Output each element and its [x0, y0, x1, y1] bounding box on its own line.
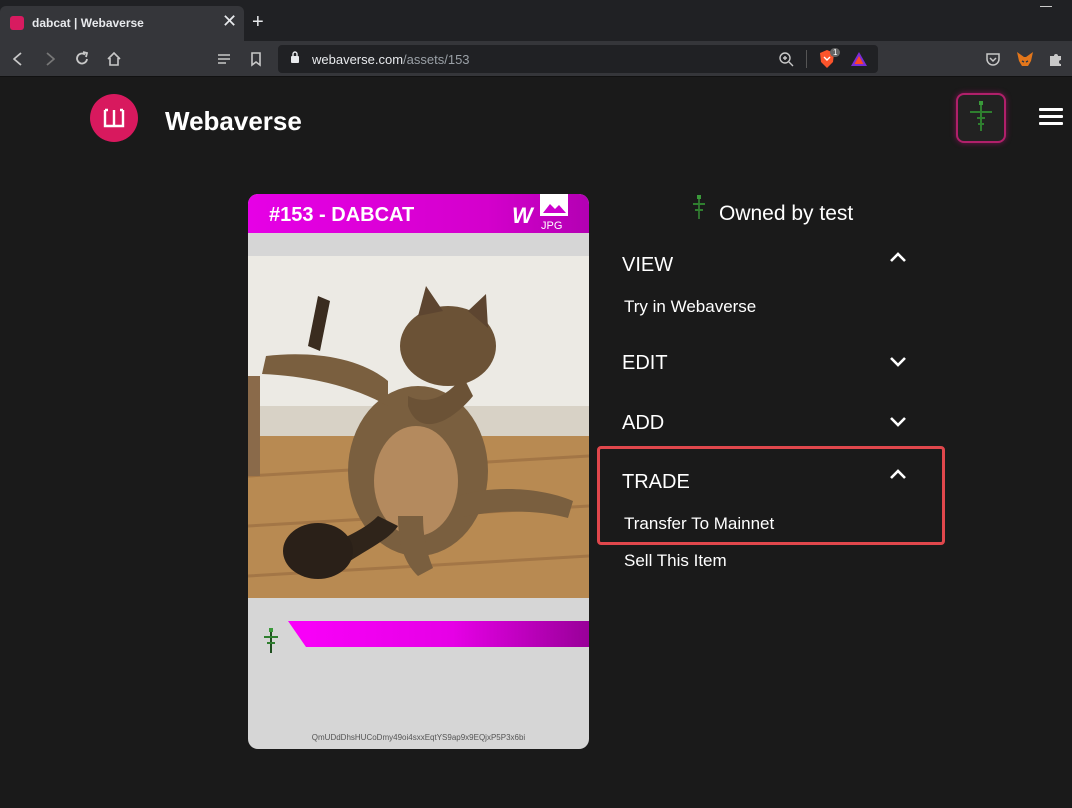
url-path: /assets/153	[403, 52, 470, 67]
card-w-logo: W	[512, 203, 533, 228]
lock-icon	[291, 51, 299, 63]
chevron-up-icon[interactable]	[888, 250, 908, 264]
section-view-title[interactable]: VIEW	[622, 254, 673, 277]
owner-text[interactable]: Owned by test	[719, 202, 853, 226]
try-in-webaverse-link[interactable]: Try in Webaverse	[624, 297, 756, 317]
home-icon[interactable]	[104, 49, 124, 69]
section-edit-title[interactable]: EDIT	[622, 352, 668, 375]
browser-tab[interactable]: dabcat | Webaverse ✕	[0, 6, 244, 41]
new-tab-icon[interactable]: +	[252, 12, 264, 32]
chevron-down-icon[interactable]	[888, 355, 908, 369]
sell-this-item-link[interactable]: Sell This Item	[624, 551, 727, 571]
card-avatar-icon	[264, 628, 278, 653]
chevron-down-icon[interactable]	[888, 415, 908, 429]
card-hash: QmUDdDhsHUCoDmy49oi4sxxEqtYS9ap9x9EQjxP5…	[311, 733, 526, 742]
address-bar[interactable]: webaverse.com/assets/153 1	[278, 45, 878, 73]
browser-tabbar: dabcat | Webaverse ✕ +	[0, 0, 1072, 41]
url-text: webaverse.com/assets/153	[312, 52, 470, 67]
page-content: Webaverse #153 - DABCAT W JPG QmUDdDhsHU…	[0, 77, 1072, 808]
image-type-icon	[540, 194, 568, 216]
url-domain: webaverse.com	[312, 52, 404, 67]
forward-icon[interactable]	[40, 49, 60, 69]
card-file-type: JPG	[541, 220, 563, 232]
brand-title[interactable]: Webaverse	[165, 106, 302, 137]
asset-image	[248, 256, 589, 598]
tab-close-icon[interactable]: ✕	[222, 12, 237, 30]
brave-badge: 1	[830, 48, 841, 57]
browser-toolbar: webaverse.com/assets/153 1	[0, 41, 1072, 77]
tab-title: dabcat | Webaverse	[32, 16, 144, 30]
owner-avatar-icon	[693, 195, 705, 219]
webaverse-logo-icon	[103, 108, 125, 128]
reader-icon[interactable]	[214, 49, 234, 69]
hamburger-menu-icon[interactable]	[1039, 108, 1063, 126]
reload-icon[interactable]	[72, 49, 92, 69]
trade-highlight-box	[597, 446, 945, 545]
window-minimize-icon[interactable]	[1040, 6, 1052, 7]
bookmark-icon[interactable]	[246, 49, 266, 69]
url-divider	[806, 50, 807, 68]
extensions-puzzle-icon[interactable]	[1046, 49, 1066, 69]
section-add-title[interactable]: ADD	[622, 412, 664, 435]
webaverse-logo[interactable]	[90, 94, 138, 142]
back-icon[interactable]	[8, 49, 28, 69]
webaverse-favicon-icon	[10, 16, 24, 30]
pocket-icon[interactable]	[983, 49, 1003, 69]
asset-card: #153 - DABCAT W JPG QmUDdDhsHUCoDmy49oi4…	[248, 194, 589, 749]
user-avatar[interactable]	[956, 93, 1006, 143]
zoom-icon[interactable]	[778, 51, 794, 67]
avatar-figure-icon	[970, 101, 992, 131]
metamask-fox-icon[interactable]	[1015, 49, 1035, 69]
brave-rewards-icon[interactable]	[850, 50, 868, 68]
card-band	[248, 621, 589, 647]
card-title: #153 - DABCAT	[269, 204, 415, 226]
